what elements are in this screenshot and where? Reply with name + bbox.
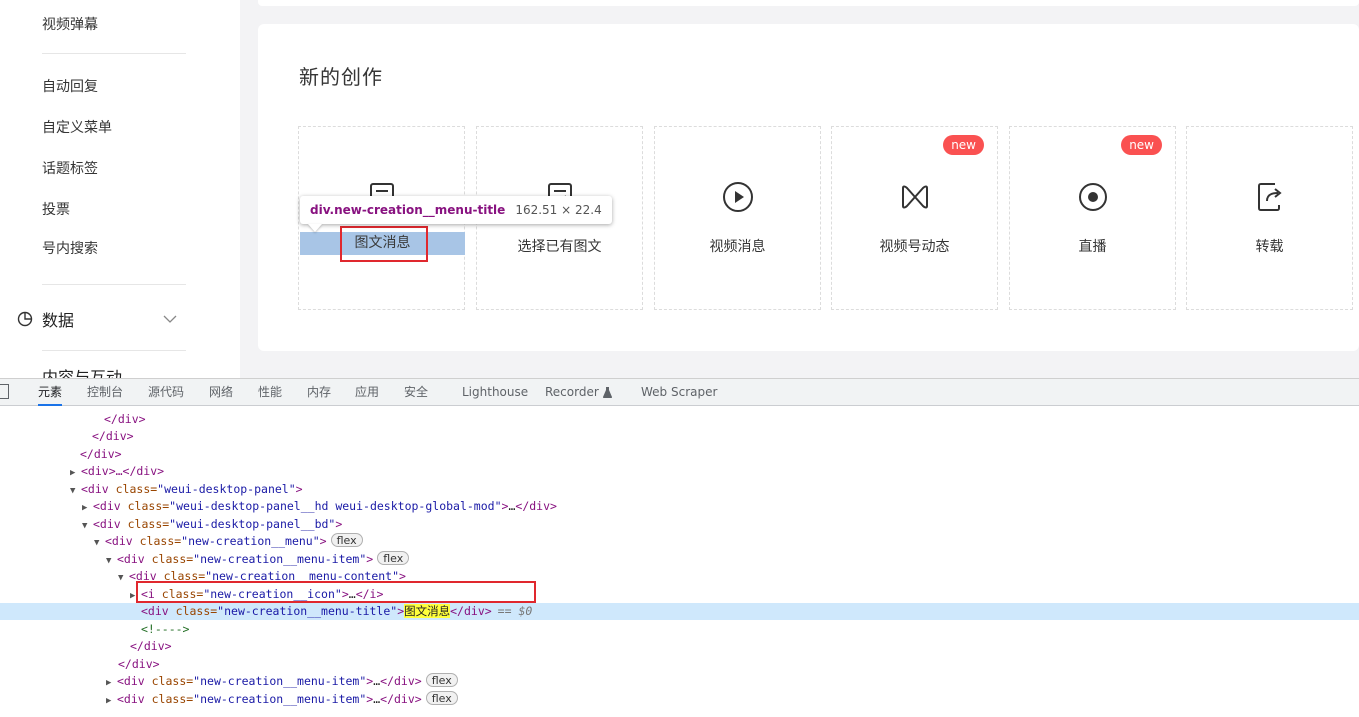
card-repost[interactable]: 转载: [1186, 126, 1353, 310]
tab-elements[interactable]: 元素: [38, 379, 63, 406]
inspect-element-icon[interactable]: [0, 384, 9, 399]
dom-line[interactable]: ▼ <div class="new-creation__menu-item"> fl…: [0, 551, 1359, 568]
card-title: 视频号动态: [879, 239, 950, 255]
tab-recorder[interactable]: Recorder: [545, 379, 612, 406]
tab-lighthouse[interactable]: Lighthouse: [462, 379, 528, 406]
card-channels[interactable]: new 视频号动态: [831, 126, 998, 310]
channels-icon: [898, 180, 932, 214]
sidebar-group-cut[interactable]: 内容与互动: [16, 368, 186, 379]
flex-badge[interactable]: flex: [425, 691, 458, 705]
collapse-triangle-icon[interactable]: ▼: [94, 535, 105, 552]
card-video[interactable]: 视频消息: [654, 126, 821, 310]
dom-line[interactable]: </div>: [0, 446, 1359, 463]
live-icon: [1076, 180, 1110, 214]
sidebar-item-topic-tags[interactable]: 话题标签: [42, 158, 98, 178]
expand-triangle-icon[interactable]: ▶: [106, 693, 117, 710]
sidebar: 视频弹幕 自动回复 自定义菜单 话题标签 投票 号内搜索 数据 内容与互动: [0, 0, 240, 378]
repost-icon: [1253, 180, 1287, 214]
dom-line[interactable]: </div>: [0, 656, 1359, 673]
play-circle-icon: [721, 180, 755, 214]
flex-badge[interactable]: flex: [330, 533, 363, 547]
tooltip-selector: div.new-creation__menu-title: [310, 203, 506, 217]
page-area: 视频弹幕 自动回复 自定义菜单 话题标签 投票 号内搜索 数据 内容与互动 新的…: [0, 0, 1359, 378]
top-panel-edge: [258, 0, 1359, 6]
sidebar-item-account-search[interactable]: 号内搜索: [42, 238, 98, 258]
tab-application[interactable]: 应用: [355, 379, 379, 406]
sidebar-item-auto-reply[interactable]: 自动回复: [42, 76, 98, 96]
collapse-triangle-icon[interactable]: ▼: [118, 570, 129, 587]
devtools-panel: 元素 控制台 源代码 网络 性能 内存 应用 安全 Lighthouse Rec…: [0, 378, 1359, 717]
dom-line-selected[interactable]: <div class="new-creation__menu-title">图文…: [0, 603, 1359, 620]
dom-line[interactable]: ▶ <div>…</div>: [0, 463, 1359, 480]
flex-badge[interactable]: flex: [377, 551, 410, 565]
new-creation-panel: 新的创作 选择已有图文 视频消息 new 视频号动态 new 直播 转载 图文消…: [258, 24, 1359, 351]
tab-web-scraper[interactable]: Web Scraper: [641, 379, 717, 406]
expand-triangle-icon[interactable]: ▶: [70, 465, 81, 482]
annotation-red-box: [340, 226, 428, 262]
card-title: 选择已有图文: [517, 239, 602, 255]
dom-line[interactable]: </div>: [0, 638, 1359, 655]
tab-network[interactable]: 网络: [209, 379, 233, 406]
pie-chart-icon: [16, 310, 34, 328]
card-title: 直播: [1078, 239, 1107, 255]
annotation-red-box: [136, 581, 536, 603]
sidebar-item-vote[interactable]: 投票: [42, 199, 70, 219]
sidebar-group-data[interactable]: 数据: [16, 307, 186, 331]
sidebar-item-custom-menu[interactable]: 自定义菜单: [42, 117, 112, 137]
sidebar-divider: [42, 350, 186, 351]
dom-line[interactable]: ▶ <div class="new-creation__menu-item">…<…: [0, 691, 1359, 708]
expand-triangle-icon[interactable]: ▶: [106, 675, 117, 692]
dom-line[interactable]: <!---->: [0, 621, 1359, 638]
tab-performance[interactable]: 性能: [258, 379, 282, 406]
dom-line[interactable]: ▼ <div class="new-creation__menu"> flex: [0, 533, 1359, 550]
card-live[interactable]: new 直播: [1009, 126, 1176, 310]
dom-line[interactable]: ▶ <div class="weui-desktop-panel__hd weui…: [0, 498, 1359, 515]
flex-badge[interactable]: flex: [425, 673, 458, 687]
selected-text: 图文消息: [404, 604, 451, 618]
card-title: 视频消息: [709, 239, 766, 255]
dom-line[interactable]: ▶ <div class="new-creation__menu-item">…<…: [0, 673, 1359, 690]
tab-memory[interactable]: 内存: [307, 379, 331, 406]
devtools-tabbar: 元素 控制台 源代码 网络 性能 内存 应用 安全 Lighthouse Rec…: [0, 379, 1359, 406]
sidebar-divider: [42, 53, 186, 54]
dom-line[interactable]: ▼ <div class="weui-desktop-panel">: [0, 481, 1359, 498]
tooltip-arrow: [308, 224, 322, 232]
inspector-tooltip: div.new-creation__menu-title 162.51 × 22…: [300, 196, 612, 224]
new-badge: new: [943, 135, 984, 155]
tooltip-size: 162.51 × 22.4: [515, 203, 602, 217]
tab-security[interactable]: 安全: [404, 379, 428, 406]
dom-line[interactable]: </div>: [0, 428, 1359, 445]
chevron-down-icon[interactable]: [162, 311, 178, 327]
tab-recorder-label: Recorder: [545, 385, 599, 399]
tab-console[interactable]: 控制台: [87, 379, 123, 406]
expand-triangle-icon[interactable]: ▶: [82, 500, 93, 517]
sidebar-group-label: 数据: [42, 311, 75, 330]
dom-line[interactable]: ▼ <div class="weui-desktop-panel__bd">: [0, 516, 1359, 533]
sidebar-item-video-danmaku[interactable]: 视频弹幕: [42, 14, 98, 34]
new-badge: new: [1121, 135, 1162, 155]
card-title: 转载: [1255, 239, 1284, 255]
dom-line[interactable]: </div>: [0, 411, 1359, 428]
dom-tree: </div> </div> </div> ▶ <div>…</div> ▼ <div…: [0, 407, 1359, 717]
sidebar-group-cut-label: 内容与互动: [42, 368, 123, 379]
panel-title: 新的创作: [299, 65, 383, 89]
flask-icon: [602, 381, 612, 408]
tab-sources[interactable]: 源代码: [148, 379, 184, 406]
sidebar-divider: [42, 284, 186, 285]
